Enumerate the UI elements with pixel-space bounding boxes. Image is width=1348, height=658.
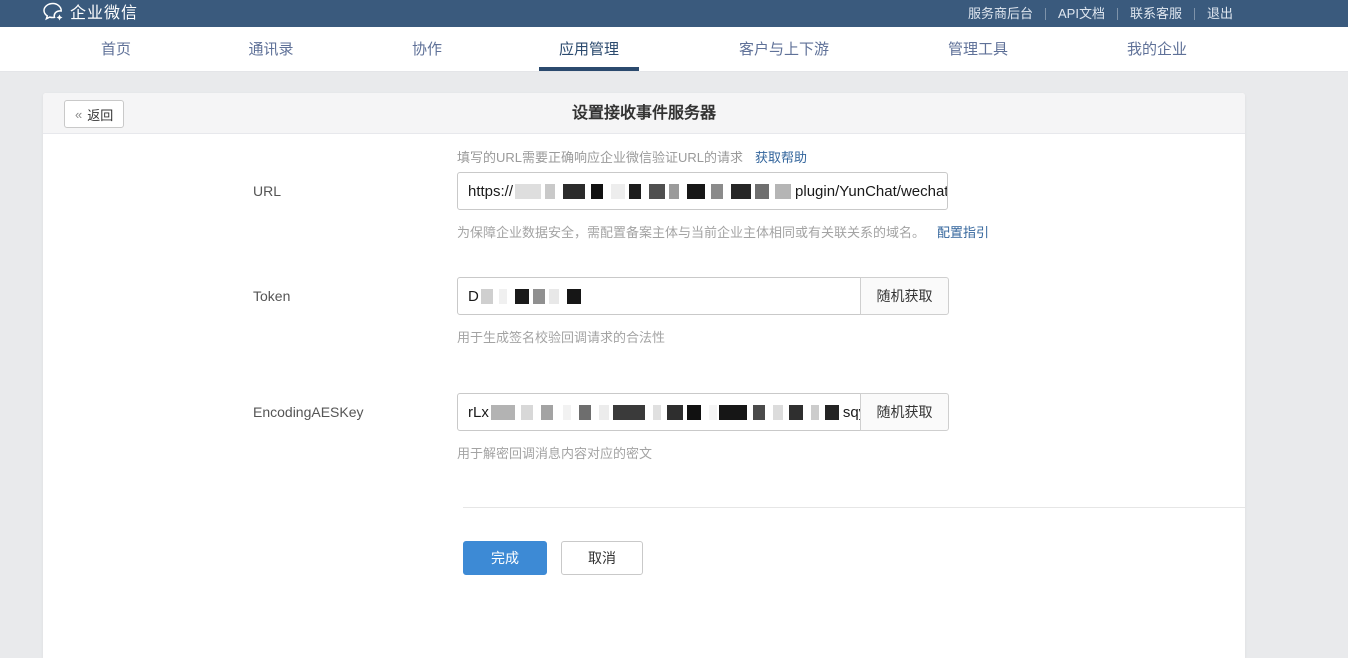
url-redaction-mosaic — [515, 184, 793, 199]
url-input[interactable]: https:// plugin/YunChat/wechatKfCa — [457, 172, 948, 210]
token-random-generate-button[interactable]: 随机获取 — [860, 277, 949, 315]
tab-contacts[interactable]: 通讯录 — [248, 27, 293, 72]
top-links: 服务商后台 API文档 联系客服 退出 — [956, 0, 1245, 27]
panel-header: « 返回 设置接收事件服务器 — [43, 93, 1245, 134]
confirm-button[interactable]: 完成 — [463, 541, 547, 575]
form-actions: 完成 取消 — [463, 541, 1245, 575]
tab-home[interactable]: 首页 — [101, 27, 131, 72]
aeskey-random-generate-button[interactable]: 随机获取 — [860, 393, 949, 431]
token-input[interactable]: D — [457, 277, 861, 315]
tab-collaboration[interactable]: 协作 — [412, 27, 442, 72]
form-divider — [463, 507, 1245, 508]
service-provider-console-link[interactable]: 服务商后台 — [956, 0, 1045, 27]
token-redaction-mosaic — [481, 289, 583, 304]
url-value-suffix: plugin/YunChat/wechatKfCa — [795, 183, 948, 200]
aeskey-value-suffix: sqy — [843, 404, 861, 421]
aeskey-input[interactable]: rLx sqy — [457, 393, 861, 431]
url-row: URL 填写的URL需要正确响应企业微信验证URL的请求获取帮助 https:/… — [253, 148, 1245, 241]
tab-customers[interactable]: 客户与上下游 — [739, 27, 829, 72]
aeskey-help: 用于解密回调消息内容对应的密文 — [457, 443, 949, 462]
aeskey-row: EncodingAESKey rLx sqy 随机获取 用于解密回调消息内容对应… — [253, 393, 1245, 462]
token-label: Token — [253, 277, 457, 346]
tab-my-company[interactable]: 我的企业 — [1127, 27, 1187, 72]
get-help-link[interactable]: 获取帮助 — [755, 150, 807, 165]
contact-support-link[interactable]: 联系客服 — [1118, 0, 1194, 27]
back-button[interactable]: « 返回 — [64, 100, 124, 128]
token-row: Token D 随机获取 用于生成签名校验回调请求的合法性 — [253, 277, 1245, 346]
token-control: D 随机获取 用于生成签名校验回调请求的合法性 — [457, 277, 949, 346]
url-help-bottom-text: 为保障企业数据安全，需配置备案主体与当前企业主体相同或有关联关系的域名。 — [457, 225, 925, 240]
url-help-top-text: 填写的URL需要正确响应企业微信验证URL的请求 — [457, 150, 743, 165]
logout-link[interactable]: 退出 — [1195, 0, 1245, 27]
url-control: 填写的URL需要正确响应企业微信验证URL的请求获取帮助 https:// pl… — [457, 148, 989, 241]
url-label: URL — [253, 148, 457, 241]
aeskey-control: rLx sqy 随机获取 用于解密回调消息内容对应的密文 — [457, 393, 949, 462]
back-chevron-icon: « — [75, 107, 82, 122]
aeskey-redaction-mosaic — [491, 405, 841, 420]
token-input-group: D 随机获取 — [457, 277, 949, 315]
top-bar: 企业微信 服务商后台 API文档 联系客服 退出 — [0, 0, 1348, 27]
api-docs-link[interactable]: API文档 — [1046, 0, 1117, 27]
main-nav: 首页 通讯录 协作 应用管理 客户与上下游 管理工具 我的企业 — [0, 27, 1348, 72]
cancel-button[interactable]: 取消 — [561, 541, 643, 575]
url-help-top: 填写的URL需要正确响应企业微信验证URL的请求获取帮助 — [457, 148, 989, 167]
wechat-work-logo-icon — [40, 0, 66, 26]
token-value-prefix: D — [468, 288, 479, 305]
brand[interactable]: 企业微信 — [40, 0, 138, 26]
token-help: 用于生成签名校验回调请求的合法性 — [457, 327, 949, 346]
tab-app-management[interactable]: 应用管理 — [559, 27, 619, 72]
aeskey-value-prefix: rLx — [468, 404, 489, 421]
aeskey-label: EncodingAESKey — [253, 393, 457, 462]
aeskey-input-group: rLx sqy 随机获取 — [457, 393, 949, 431]
back-label: 返回 — [87, 105, 113, 124]
server-settings-form: URL 填写的URL需要正确响应企业微信验证URL的请求获取帮助 https:/… — [43, 134, 1245, 575]
settings-panel: « 返回 设置接收事件服务器 URL 填写的URL需要正确响应企业微信验证URL… — [43, 93, 1245, 658]
url-help-bottom: 为保障企业数据安全，需配置备案主体与当前企业主体相同或有关联关系的域名。配置指引 — [457, 222, 989, 241]
brand-name: 企业微信 — [70, 0, 138, 23]
tab-admin-tools[interactable]: 管理工具 — [948, 27, 1008, 72]
config-guide-link[interactable]: 配置指引 — [937, 225, 989, 240]
page-title: 设置接收事件服务器 — [43, 93, 1245, 134]
url-value-prefix: https:// — [468, 183, 513, 200]
